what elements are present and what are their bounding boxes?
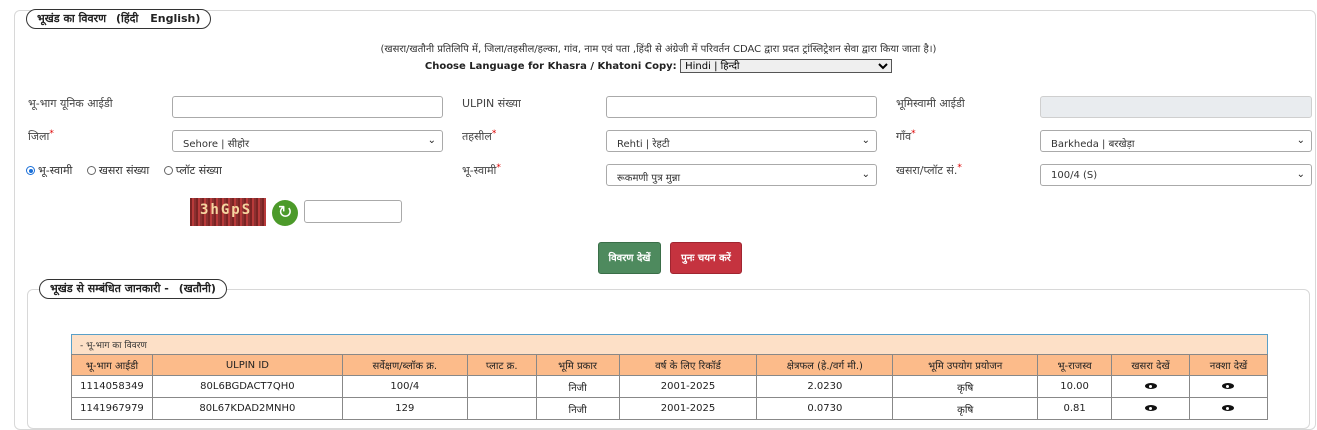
refresh-icon[interactable]: ↻ — [272, 200, 298, 226]
view-khasra-cell — [1111, 375, 1190, 398]
col-header: भूमि उपयोग प्रयोजन — [892, 354, 1039, 376]
details-legend: भूखंड से सम्बंधित जानकारी - (खतौनी) — [39, 279, 227, 299]
owner-select[interactable]: रूकमणी पुत्र मुन्ना ⌄ — [606, 164, 877, 186]
table-caption: - भू-भाग का विवरण — [71, 334, 1268, 354]
view-map-cell — [1188, 375, 1269, 398]
eye-icon[interactable] — [1222, 383, 1235, 389]
language-row: Choose Language for Khasra / Khatoni Cop… — [0, 59, 1317, 73]
owner-label: भू-स्वामी* — [462, 163, 501, 177]
col-header: वर्ष के लिए रिकॉर्ड — [618, 354, 758, 376]
land-details-table: भू-भाग आईडी ULPIN ID सर्वेक्षण/ब्लॉक क्र… — [71, 354, 1269, 420]
table-row: 1114058349 80L6BGDACT7QH0 100/4 निजी 200… — [71, 375, 1269, 398]
khasra-label: खसरा/प्लॉट सं.* — [896, 163, 962, 177]
col-header: नक्शा देखें — [1188, 354, 1269, 376]
col-header: सर्वेक्षण/ब्लॉक क्र. — [341, 354, 468, 376]
captcha-image: 3hGpS — [190, 198, 266, 226]
ulpin-label: ULPIN संख्या — [462, 97, 521, 110]
chevron-down-icon: ⌄ — [427, 135, 436, 146]
language-select[interactable]: Hindi | हिन्दी — [680, 59, 893, 73]
radio-owner[interactable]: भू-स्वामी — [26, 163, 72, 178]
chevron-down-icon: ⌄ — [1296, 135, 1305, 146]
view-khasra-cell — [1111, 397, 1190, 420]
view-map-cell — [1188, 397, 1269, 420]
eye-icon[interactable] — [1144, 383, 1157, 389]
transliteration-note: (खसरा/खतौनी प्रतिलिपि में, जिला/तहसील/हल… — [380, 44, 937, 55]
col-header: भू-राजस्व — [1037, 354, 1113, 376]
eye-icon[interactable] — [1144, 405, 1157, 411]
col-header: ULPIN ID — [151, 354, 343, 376]
chevron-down-icon: ⌄ — [861, 169, 870, 180]
ulpin-input[interactable] — [606, 96, 877, 118]
unique-id-label: भू-भाग यूनिक आईडी — [28, 97, 113, 110]
tehsil-select[interactable]: Rehti | रेहटी ⌄ — [606, 130, 877, 152]
col-header: खसरा देखें — [1111, 354, 1190, 376]
details-subtitle: (खतौनी) — [178, 282, 216, 295]
radio-khasra[interactable]: खसरा संख्या — [86, 163, 149, 178]
col-header: क्षेत्रफल (हे./वर्ग मी.) — [756, 354, 894, 376]
lang-hindi-link[interactable]: (हिंदी — [116, 12, 138, 25]
village-label: गाँव* — [896, 129, 916, 143]
tehsil-label: तहसील* — [462, 129, 497, 143]
search-mode-radios: भू-स्वामी खसरा संख्या प्लॉट संख्या — [26, 163, 233, 178]
unique-id-input[interactable] — [172, 96, 443, 118]
owner-id-input — [1040, 96, 1312, 118]
captcha-input[interactable] — [304, 200, 402, 223]
lang-english-link[interactable]: English) — [150, 12, 200, 25]
section-title: भूखंड का विवरण — [37, 12, 107, 25]
chevron-down-icon: ⌄ — [1296, 169, 1305, 180]
details-title: भूखंड से सम्बंधित जानकारी - — [50, 282, 169, 295]
village-select[interactable]: Barkheda | बरखेड़ा ⌄ — [1040, 130, 1312, 152]
col-header: भू-भाग आईडी — [71, 354, 153, 376]
language-label: Choose Language for Khasra / Khatoni Cop… — [424, 61, 677, 72]
eye-icon[interactable] — [1222, 405, 1235, 411]
section-legend: भूखंड का विवरण (हिंदी English) — [26, 9, 212, 29]
district-select[interactable]: Sehore | सीहोर ⌄ — [172, 130, 443, 152]
district-label: जिला* — [28, 129, 54, 143]
radio-plot[interactable]: प्लॉट संख्या — [163, 163, 222, 178]
reset-button[interactable]: पुनः चयन करें — [670, 242, 742, 274]
khasra-select[interactable]: 100/4 (S) ⌄ — [1040, 164, 1312, 186]
view-details-button[interactable]: विवरण देखें — [598, 242, 661, 274]
col-header: प्लाट क्र. — [466, 354, 537, 376]
col-header: भूमि प्रकार — [535, 354, 620, 376]
chevron-down-icon: ⌄ — [861, 135, 870, 146]
table-row: 1141967979 80L67KDAD2MNH0 129 निजी 2001-… — [71, 397, 1269, 420]
owner-id-label: भूमिस्वामी आईडी — [896, 97, 965, 110]
